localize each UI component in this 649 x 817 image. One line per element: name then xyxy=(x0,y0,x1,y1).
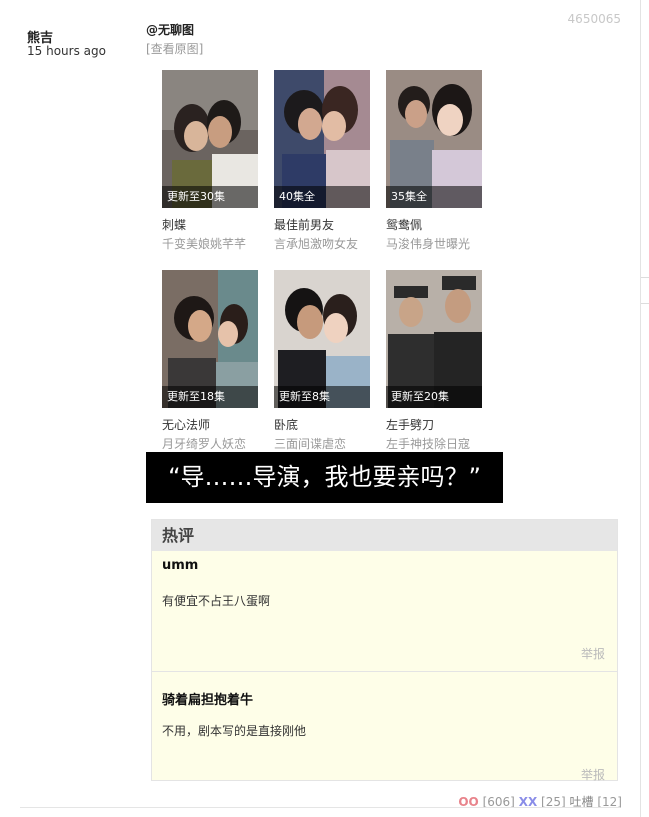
report-link[interactable]: 举报 xyxy=(581,645,605,662)
drama-title: 卧底 xyxy=(274,418,299,432)
drama-card: 更新至20集 左手劈刀 左手神技除日寇 xyxy=(370,264,482,452)
drama-card: 35集全 鸳鸯佩 马浚伟身世曝光 xyxy=(370,64,482,252)
drama-subtitle: 千变美娘姚芊芊 xyxy=(162,237,247,251)
drama-title: 最佳前男友 xyxy=(274,218,335,232)
drama-subtitle: 言承旭激吻女友 xyxy=(274,237,359,251)
episode-badge: 更新至30集 xyxy=(162,186,258,208)
episode-badge: 40集全 xyxy=(274,186,370,208)
episode-badge: 更新至18集 xyxy=(162,386,258,408)
drama-title: 刺蝶 xyxy=(162,218,187,232)
post-id[interactable]: 4650065 xyxy=(568,12,621,26)
post-image[interactable]: 更新至30集 刺蝶 千变美娘姚芊芊 40集全 最佳前男友 言承旭激吻女友 35集… xyxy=(146,64,503,452)
scroll-marker xyxy=(641,303,649,304)
drama-thumbnail: 更新至30集 xyxy=(162,70,258,208)
episode-badge: 更新至20集 xyxy=(386,386,482,408)
drama-subtitle: 三面间谍虐恋 xyxy=(274,437,347,451)
drama-subtitle: 左手神技除日寇 xyxy=(386,437,471,451)
drama-card: 更新至30集 刺蝶 千变美娘姚芊芊 xyxy=(146,64,258,252)
drama-card: 更新至18集 无心法师 月牙绮罗人妖恋 xyxy=(146,264,258,452)
drama-card: 40集全 最佳前男友 言承旭激吻女友 xyxy=(258,64,370,252)
scroll-marker xyxy=(641,277,649,278)
drama-title: 左手劈刀 xyxy=(386,418,435,432)
comment-user[interactable]: umm xyxy=(162,558,198,573)
view-original-anchor[interactable]: [查看原图] xyxy=(146,42,203,56)
episode-badge: 更新至8集 xyxy=(274,386,370,408)
comment-item: umm 有便宜不占王八蛋啊 举报 xyxy=(152,551,617,670)
comment-text: 有便宜不占王八蛋啊 xyxy=(162,594,271,608)
drama-thumbnail: 35集全 xyxy=(386,70,482,208)
post-divider xyxy=(20,807,620,808)
report-link[interactable]: 举报 xyxy=(581,766,605,783)
mention-link[interactable]: @无聊图 xyxy=(146,21,194,38)
comment-text: 不用，剧本写的是直接刚他 xyxy=(162,724,307,738)
post-time: 15 hours ago xyxy=(27,44,106,58)
drama-subtitle: 月牙绮罗人妖恋 xyxy=(162,437,247,451)
drama-subtitle: 马浚伟身世曝光 xyxy=(386,237,471,251)
drama-thumbnail: 更新至20集 xyxy=(386,270,482,408)
drama-title: 鸳鸯佩 xyxy=(386,218,423,232)
hot-comments-title: 热评 xyxy=(152,520,617,551)
drama-card: 更新至8集 卧底 三面间谍虐恋 xyxy=(258,264,370,452)
drama-thumbnail: 更新至18集 xyxy=(162,270,258,408)
view-original-link[interactable]: [查看原图] xyxy=(146,40,203,57)
image-caption: “导……导演，我也要亲吗？” xyxy=(146,452,503,503)
drama-thumbnail: 更新至8集 xyxy=(274,270,370,408)
drama-thumbnail: 40集全 xyxy=(274,70,370,208)
hot-comments-panel: 热评 umm 有便宜不占王八蛋啊 举报 骑着扁担抱着牛 不用，剧本写的是直接刚他… xyxy=(151,519,618,782)
comment-item: 骑着扁担抱着牛 不用，剧本写的是直接刚他 举报 xyxy=(152,671,617,791)
episode-badge: 35集全 xyxy=(386,186,482,208)
drama-title: 无心法师 xyxy=(162,418,211,432)
comment-user[interactable]: 骑着扁担抱着牛 xyxy=(162,689,253,708)
